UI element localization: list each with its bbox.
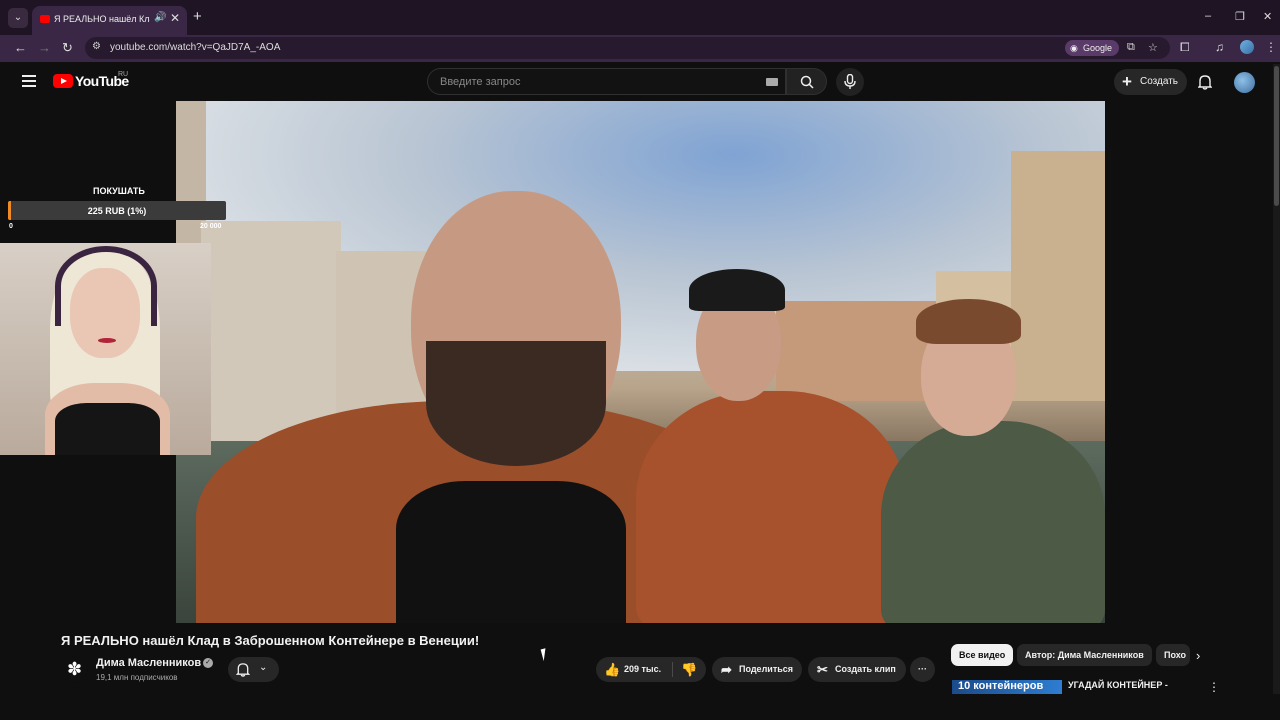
page-bottom-strip (0, 694, 1280, 720)
keyboard-icon[interactable] (766, 78, 778, 86)
recommendation-title[interactable]: УГАДАЙ КОНТЕЙНЕР - (1068, 680, 1168, 690)
account-avatar[interactable] (1234, 72, 1255, 93)
site-info-icon[interactable]: ⚙ (92, 41, 101, 52)
microphone-icon (844, 74, 856, 89)
voice-search-button[interactable] (836, 68, 864, 96)
search-input[interactable]: Введите запрос (427, 68, 786, 95)
create-button[interactable]: + Создать (1114, 69, 1187, 95)
search-button[interactable] (786, 68, 827, 95)
hamburger-menu-icon[interactable] (22, 75, 36, 87)
channel-avatar[interactable]: ✽ (61, 656, 88, 683)
browser-menu-icon[interactable]: ⋮ (1265, 40, 1277, 54)
google-lens-button[interactable]: ◉ Google (1065, 40, 1119, 56)
verified-check-icon: ✓ (203, 658, 213, 668)
video-frame-person-left-shirt (396, 481, 626, 623)
donation-goal-bar: 225 RUB (1%) (8, 201, 226, 220)
recommendation-thumbnail-text: 10 контейнеров (958, 680, 1044, 692)
webcam-top (55, 403, 160, 455)
install-app-icon[interactable]: ⧉ (1127, 41, 1135, 54)
donation-goal-amount: 225 RUB (1%) (87, 206, 147, 216)
notifications-bell-icon[interactable] (1198, 74, 1212, 90)
video-frame-person-left-beard (426, 341, 606, 466)
scrollbar-thumb[interactable] (1274, 66, 1279, 206)
donation-goal-max: 20 000 (200, 223, 222, 230)
webcam-lips (98, 338, 116, 343)
speaker-icon[interactable]: 🔊 (154, 12, 166, 23)
like-count[interactable]: 209 тыс. (624, 664, 661, 674)
dislike-icon[interactable]: 👎 (681, 657, 697, 682)
more-actions-button[interactable]: ··· (910, 657, 935, 682)
create-label: Создать (1140, 76, 1179, 87)
clip-label: Создать клип (835, 664, 896, 674)
browser-profile-avatar[interactable] (1240, 40, 1254, 54)
recommendation-menu-icon[interactable]: ⋮ (1208, 680, 1220, 694)
bookmark-star-icon[interactable]: ☆ (1148, 41, 1158, 54)
plus-icon: + (1122, 72, 1132, 91)
video-player[interactable] (176, 101, 1105, 623)
chevron-right-icon[interactable]: › (1196, 648, 1200, 663)
youtube-favicon-icon (40, 15, 50, 23)
share-icon: ➦ (721, 662, 732, 677)
subscriber-count: 19,1 млн подписчиков (96, 673, 178, 682)
restore-button[interactable]: ❐ (1235, 10, 1245, 23)
chevron-down-icon: ⌄ (259, 662, 268, 673)
video-frame-building-right (1011, 151, 1105, 401)
chip-related[interactable]: Похо (1156, 644, 1190, 666)
video-frame-person-middle-jacket (636, 391, 906, 623)
scissors-icon: ✂ (817, 662, 828, 677)
tab-close-button[interactable]: ✕ (170, 11, 180, 25)
like-dislike-group: 👍 209 тыс. 👎 (596, 657, 706, 682)
browser-toolbar: ← → ↻ ⚙ youtube.com/watch?v=QaJD7A_-AOA … (0, 35, 1280, 62)
back-arrow-icon[interactable]: ← (14, 40, 27, 55)
donation-goal-title: ПОКУШАТЬ (93, 186, 145, 196)
url-text[interactable]: youtube.com/watch?v=QaJD7A_-AOA (110, 42, 280, 53)
youtube-logo-icon[interactable] (53, 74, 73, 88)
video-frame-person-right-hair (916, 299, 1021, 344)
subscription-notifications-button[interactable]: ⌄ (228, 657, 279, 682)
donation-goal-min: 0 (9, 223, 13, 230)
tab-title: Я РЕАЛЬНО нашёл Клад в (54, 14, 150, 24)
share-button[interactable]: ➦ Поделиться (712, 657, 802, 682)
video-title: Я РЕАЛЬНО нашёл Клад в Заброшенном Конте… (61, 633, 480, 648)
youtube-masthead: YouTube RU Введите запрос + Создать (0, 62, 1280, 102)
address-bar[interactable]: ⚙ youtube.com/watch?v=QaJD7A_-AOA ◉ Goog… (85, 37, 1170, 59)
video-frame-person-middle-cap (689, 269, 785, 311)
video-frame-person-right-jacket (881, 421, 1105, 623)
search-icon (800, 75, 814, 89)
window-close-button[interactable]: ✕ (1263, 10, 1272, 23)
streamer-webcam (0, 243, 211, 455)
video-frame-buildings-mid (776, 301, 936, 401)
headphones-icon (55, 246, 157, 326)
browser-tab-strip: ⌄ Я РЕАЛЬНО нашёл Клад в 🔊 ✕ + – ❐ ✕ (0, 0, 1280, 35)
lens-icon: ◉ (1070, 43, 1078, 53)
forward-arrow-icon[interactable]: → (38, 40, 51, 55)
search-placeholder: Введите запрос (440, 76, 521, 88)
media-controls-icon[interactable]: ♫ (1215, 40, 1224, 54)
bell-icon (236, 663, 250, 677)
channel-name[interactable]: Дима Масленников (96, 657, 201, 669)
share-label: Поделиться (739, 664, 794, 674)
tab-search-menu-button[interactable]: ⌄ (8, 8, 28, 28)
recommendation-thumbnail[interactable]: 10 контейнеров (952, 680, 1062, 694)
like-divider (672, 662, 673, 677)
like-icon[interactable]: 👍 (604, 657, 620, 682)
minimize-button[interactable]: – (1205, 10, 1211, 22)
chip-author[interactable]: Автор: Дима Масленников (1017, 644, 1152, 666)
browser-tab[interactable]: Я РЕАЛЬНО нашёл Клад в 🔊 ✕ (32, 6, 187, 35)
reload-icon[interactable]: ↻ (62, 40, 73, 56)
chip-all-videos[interactable]: Все видео (951, 644, 1014, 666)
create-clip-button[interactable]: ✂ Создать клип (808, 657, 906, 682)
google-pill-label: Google (1083, 43, 1113, 53)
new-tab-button[interactable]: + (193, 9, 202, 24)
extensions-icon[interactable]: ⧠ (1180, 40, 1190, 55)
region-code: RU (118, 71, 129, 78)
